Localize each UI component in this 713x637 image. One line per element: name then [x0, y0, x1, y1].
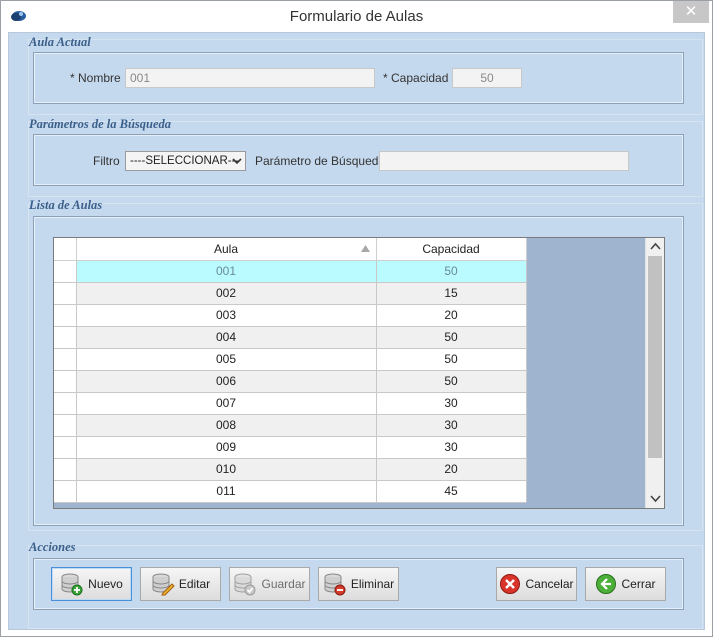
busqueda-title: Parámetros de la Búsqueda: [29, 117, 172, 131]
parametro-label: Parámetro de Búsqueda: [255, 154, 386, 168]
cell-aula[interactable]: 009: [76, 436, 377, 459]
title-bar[interactable]: Formulario de Aulas ✕: [1, 1, 712, 32]
cell-aula[interactable]: 006: [76, 370, 377, 393]
cell-capacidad[interactable]: 30: [376, 436, 527, 459]
chevron-up-icon[interactable]: [650, 242, 661, 252]
nombre-field[interactable]: 001: [125, 68, 375, 88]
cell-aula[interactable]: 008: [76, 414, 377, 437]
sort-ascending-icon: [360, 245, 370, 252]
row-header[interactable]: [54, 458, 77, 481]
filtro-label: Filtro: [93, 154, 120, 168]
cell-aula[interactable]: 007: [76, 392, 377, 415]
scrollbar-thumb[interactable]: [648, 256, 662, 458]
cancel-icon: [500, 574, 521, 594]
row-header[interactable]: [54, 392, 77, 415]
cell-capacidad[interactable]: 15: [376, 282, 527, 305]
database-add-icon: [61, 573, 83, 596]
row-header[interactable]: [54, 436, 77, 459]
row-header[interactable]: [54, 260, 77, 283]
database-save-icon: [234, 573, 256, 596]
parametro-field[interactable]: [379, 151, 629, 171]
column-header-capacidad[interactable]: Capacidad: [376, 238, 527, 261]
acciones-title: Acciones: [29, 540, 76, 554]
cell-capacidad[interactable]: 30: [376, 414, 527, 437]
cell-aula[interactable]: 001: [76, 260, 377, 283]
table-row[interactable]: 002 15: [54, 282, 527, 305]
table-row[interactable]: 010 20: [54, 458, 527, 481]
window-title: Formulario de Aulas: [289, 8, 424, 25]
form-window: Formulario de Aulas ✕ Aula Actual * Nomb…: [0, 0, 713, 637]
table-row[interactable]: 007 30: [54, 392, 527, 415]
cell-capacidad[interactable]: 45: [376, 480, 527, 503]
busqueda-group: Filtro ----SELECCIONAR--- Parámetro de B…: [33, 134, 684, 186]
row-header[interactable]: [54, 348, 77, 371]
chevron-down-icon[interactable]: [650, 493, 661, 503]
row-header[interactable]: [54, 326, 77, 349]
database-delete-icon: [324, 573, 346, 596]
nombre-label: * Nombre: [70, 71, 121, 85]
table-row[interactable]: 005 50: [54, 348, 527, 371]
table-row[interactable]: 009 30: [54, 436, 527, 459]
table-row[interactable]: 003 20: [54, 304, 527, 327]
row-header[interactable]: [54, 282, 77, 305]
column-header-aula[interactable]: Aula: [76, 238, 377, 261]
cell-capacidad[interactable]: 30: [376, 392, 527, 415]
cerrar-button[interactable]: Cerrar: [585, 567, 666, 601]
close-button[interactable]: ✕: [673, 1, 709, 23]
cell-aula[interactable]: 010: [76, 458, 377, 481]
row-header[interactable]: [54, 304, 77, 327]
row-header[interactable]: [54, 414, 77, 437]
filtro-selected-value: ----SELECCIONAR---: [130, 155, 240, 167]
table-row[interactable]: 001 50: [54, 260, 527, 283]
lista-title: Lista de Aulas: [29, 198, 103, 212]
cell-capacidad[interactable]: 50: [376, 348, 527, 371]
table-row[interactable]: 008 30: [54, 414, 527, 437]
back-arrow-icon: [596, 574, 617, 594]
guardar-button[interactable]: Guardar: [229, 567, 310, 601]
row-header[interactable]: [54, 370, 77, 393]
cell-aula[interactable]: 003: [76, 304, 377, 327]
aula-actual-group: * Nombre 001 * Capacidad 50: [33, 52, 684, 104]
table-row[interactable]: 006 50: [54, 370, 527, 393]
editar-button[interactable]: Editar: [140, 567, 221, 601]
cell-aula[interactable]: 005: [76, 348, 377, 371]
eliminar-button[interactable]: Eliminar: [318, 567, 399, 601]
database-edit-icon: [152, 573, 175, 596]
row-header[interactable]: [54, 480, 77, 503]
cell-capacidad[interactable]: 50: [376, 370, 527, 393]
cell-capacidad[interactable]: 50: [376, 326, 527, 349]
chevron-down-icon: [232, 158, 242, 165]
cell-capacidad[interactable]: 50: [376, 260, 527, 283]
cancelar-button[interactable]: Cancelar: [496, 567, 577, 601]
cell-capacidad[interactable]: 20: [376, 458, 527, 481]
capacidad-field[interactable]: 50: [452, 68, 522, 88]
cell-aula[interactable]: 002: [76, 282, 377, 305]
nuevo-button[interactable]: Nuevo: [51, 567, 132, 601]
aula-actual-title: Aula Actual: [29, 35, 91, 49]
table-row[interactable]: 011 45: [54, 480, 527, 503]
row-header-corner: [54, 238, 77, 261]
filtro-select[interactable]: ----SELECCIONAR---: [125, 151, 246, 171]
table-row[interactable]: 004 50: [54, 326, 527, 349]
cell-capacidad[interactable]: 20: [376, 304, 527, 327]
cell-aula[interactable]: 004: [76, 326, 377, 349]
capacidad-label: * Capacidad: [383, 71, 449, 85]
aulas-grid[interactable]: Aula Capacidad 001 50 002 15 003 20 004 50 005 50…: [53, 237, 665, 509]
cell-aula[interactable]: 011: [76, 480, 377, 503]
vertical-scrollbar[interactable]: [645, 238, 664, 508]
